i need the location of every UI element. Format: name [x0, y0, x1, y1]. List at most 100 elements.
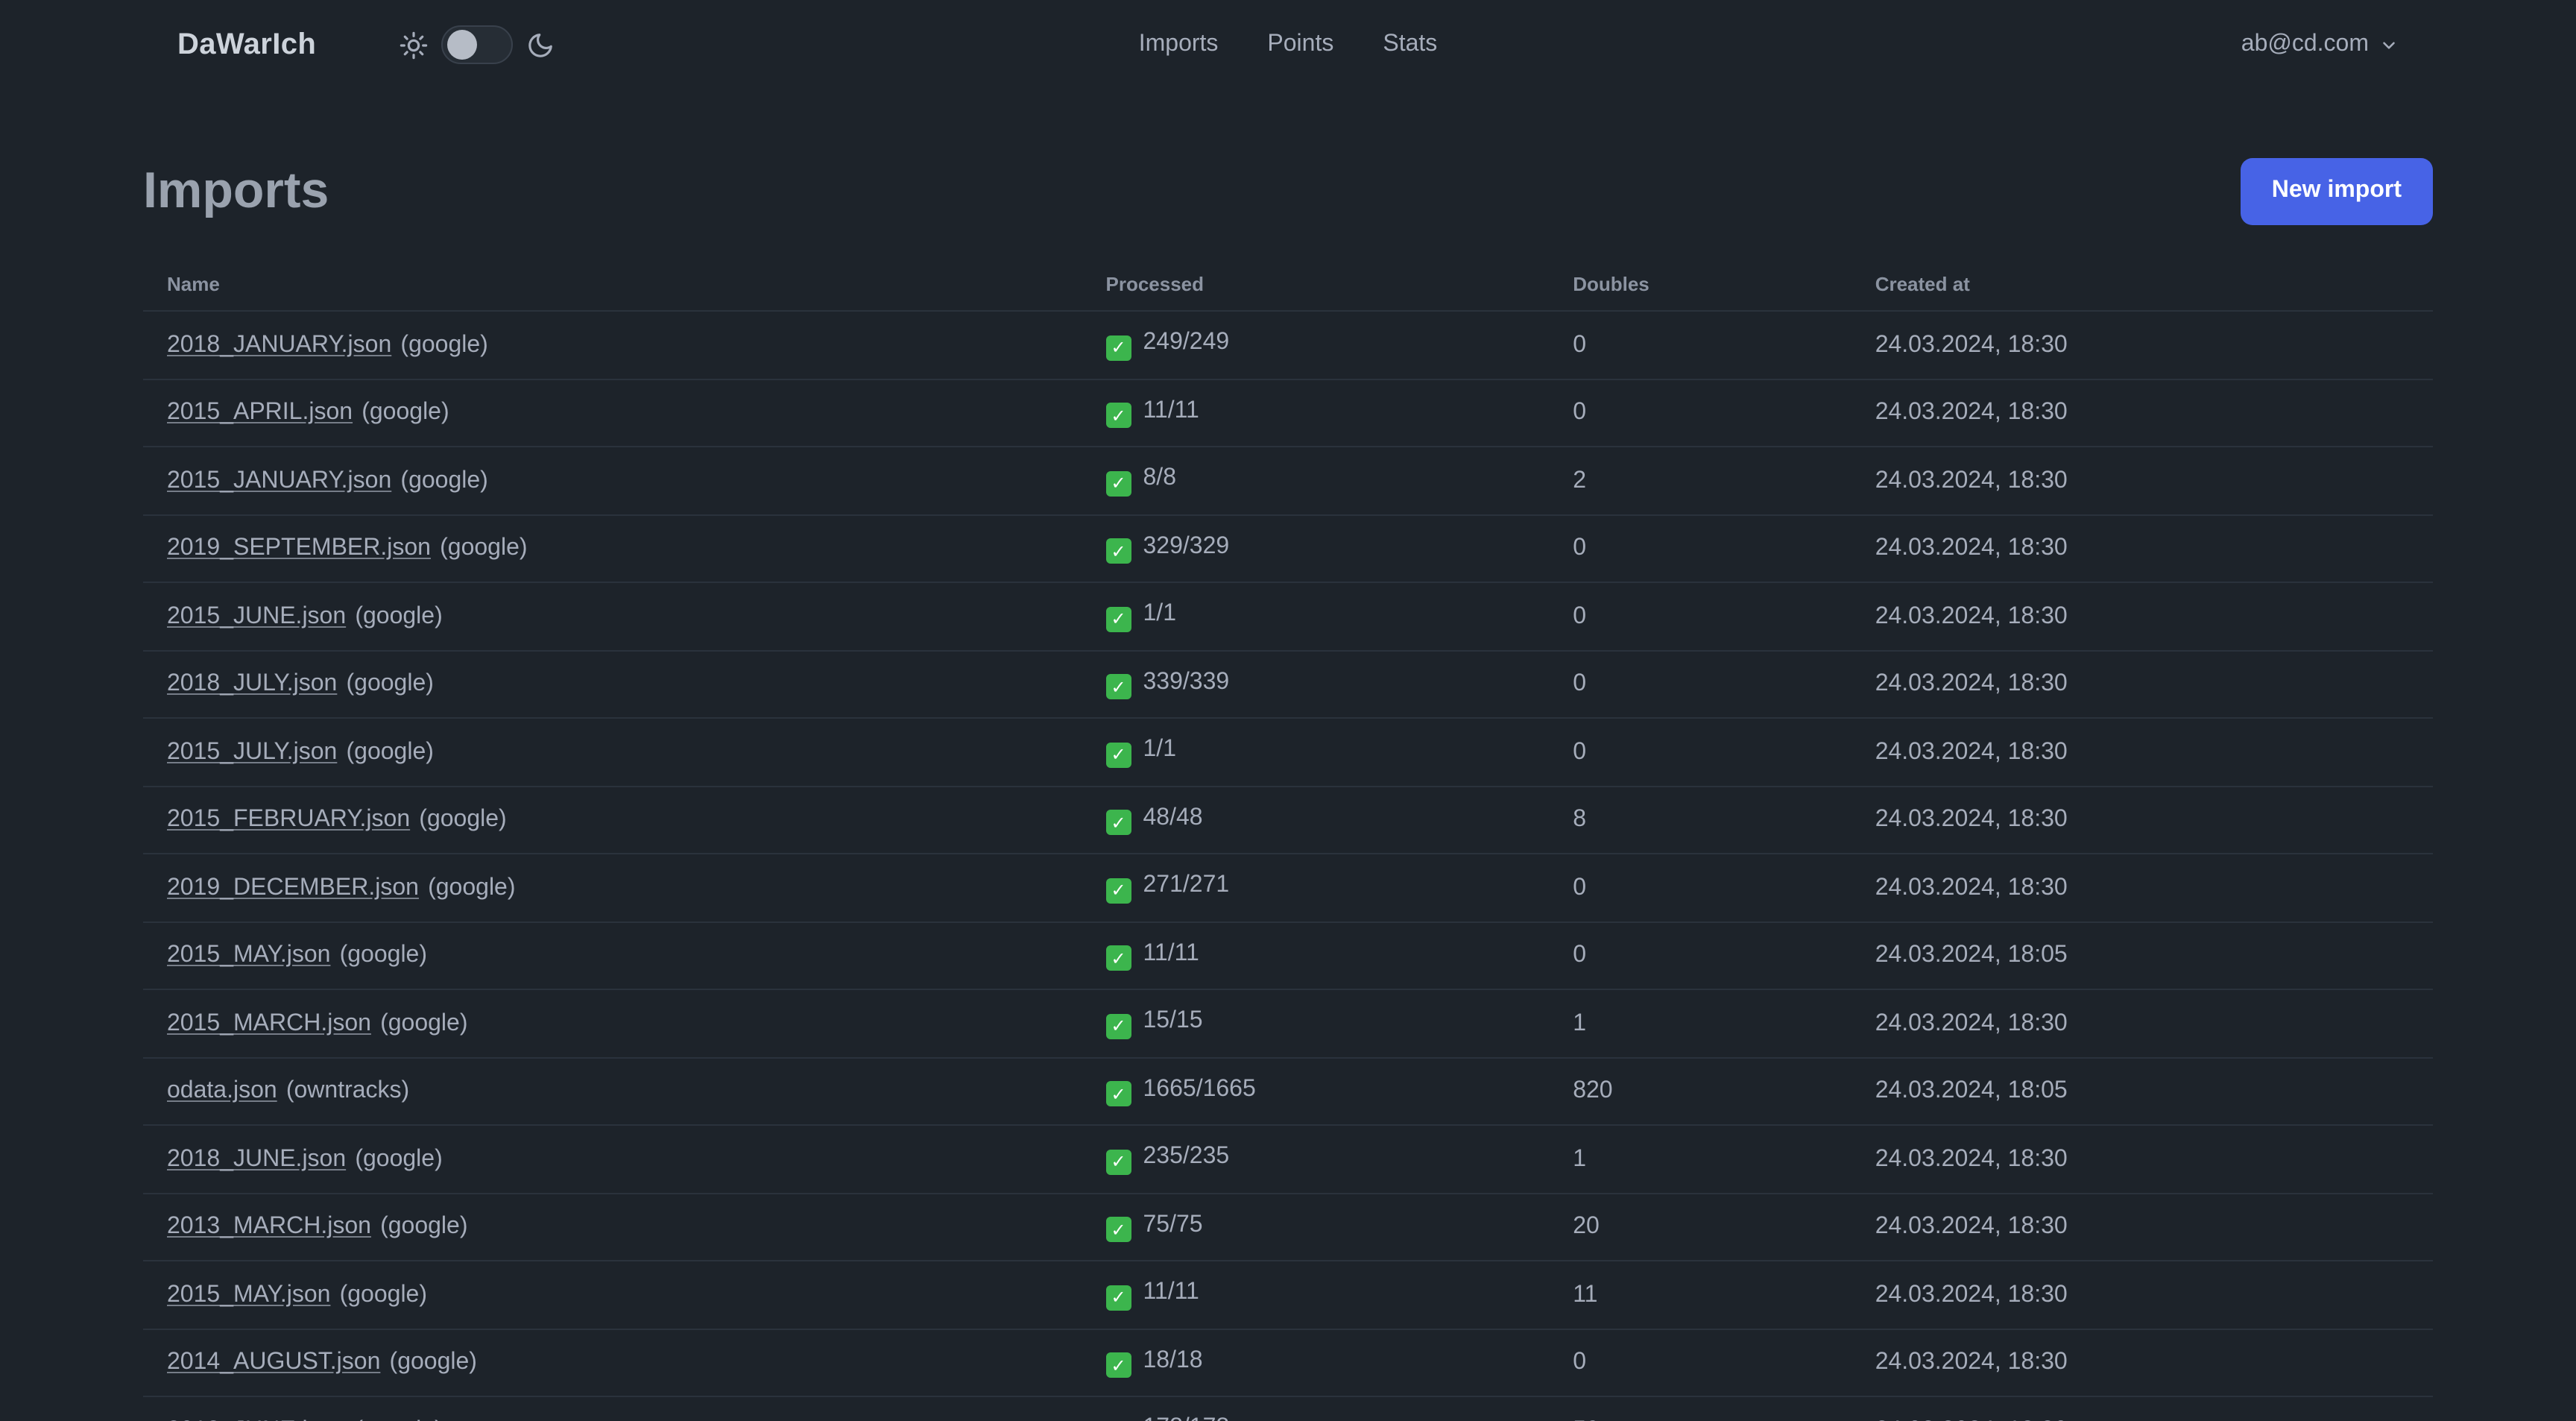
success-check-icon: ✓	[1105, 945, 1131, 971]
created-at-cell: 24.03.2024, 18:30	[1851, 379, 2433, 448]
doubles-cell: 8	[1549, 786, 1852, 855]
name-cell: 2018_JUNE.json (google)	[143, 1125, 1082, 1194]
new-import-button[interactable]: New import	[2240, 157, 2433, 225]
processed-cell: ✓ 271/271	[1082, 854, 1550, 923]
table-row: 2013_JUNE.json (google) ✓178/178 59 24.03…	[143, 1396, 2433, 1421]
processed-cell: ✓ 75/75	[1082, 1193, 1550, 1262]
name-cell: 2015_JANUARY.json (google)	[143, 447, 1082, 516]
theme-toggle-knob	[447, 30, 478, 60]
import-file-link[interactable]: 2014_AUGUST.json	[167, 1349, 380, 1375]
processed-cell: ✓ 11/11	[1082, 1261, 1550, 1330]
success-check-icon: ✓	[1105, 1081, 1131, 1107]
doubles-cell: 820	[1549, 1057, 1852, 1127]
doubles-cell: 59	[1549, 1396, 1852, 1421]
doubles-cell: 11	[1549, 1261, 1852, 1330]
chevron-down-icon	[2379, 35, 2399, 54]
table-row: 2015_MAY.json (google) ✓ 11/11 11 24.03.20…	[143, 1261, 2433, 1330]
import-file-link[interactable]: 2015_JULY.json	[167, 739, 337, 764]
processed-cell: ✓ 48/48	[1082, 786, 1550, 855]
column-header-created-at: Created at	[1851, 261, 2433, 312]
import-source: (google)	[346, 739, 434, 765]
nav-link-imports[interactable]: Imports	[1139, 31, 1219, 58]
import-file-link[interactable]: 2019_DECEMBER.json	[167, 875, 419, 900]
import-file-link[interactable]: 2015_MAY.json	[167, 942, 330, 968]
name-cell: 2014_AUGUST.json (google)	[143, 1329, 1082, 1398]
name-cell: 2015_FEBRUARY.json (google)	[143, 786, 1082, 855]
column-header-processed: Processed	[1082, 261, 1550, 312]
created-at-cell: 24.03.2024, 18:30	[1851, 718, 2433, 787]
brand-logo[interactable]: DaWarIch	[177, 28, 316, 62]
processed-cell: ✓ 1/1	[1082, 582, 1550, 652]
processed-cell: ✓ 11/11	[1082, 379, 1550, 448]
import-file-link[interactable]: 2013_MARCH.json	[167, 1214, 371, 1239]
processed-cell: ✓ 8/8	[1082, 447, 1550, 516]
name-cell: 2019_DECEMBER.json (google)	[143, 854, 1082, 923]
import-file-link[interactable]: 2018_JULY.json	[167, 671, 337, 696]
import-file-link[interactable]: 2015_FEBRUARY.json	[167, 807, 410, 832]
name-cell: 2013_JUNE.json (google)	[143, 1396, 1082, 1421]
import-file-link[interactable]: 2015_MAY.json	[167, 1282, 330, 1307]
table-row: 2015_APRIL.json (google) ✓ 11/11 0 24.03.2…	[143, 379, 2433, 448]
import-file-link[interactable]: 2015_JUNE.json	[167, 603, 346, 628]
import-source: (google)	[400, 467, 488, 494]
table-row: 2018_JULY.json (google) ✓ 339/339 0 24.03.…	[143, 650, 2433, 719]
import-source: (owntracks)	[285, 1078, 410, 1104]
import-source: (google)	[355, 1417, 442, 1421]
import-file-link[interactable]: 2015_MARCH.json	[167, 1010, 371, 1036]
import-file-link[interactable]: 2015_APRIL.json	[167, 400, 353, 425]
processed-count: 249/249	[1143, 330, 1230, 356]
theme-toggle[interactable]	[441, 25, 514, 64]
nav-link-points[interactable]: Points	[1267, 31, 1333, 58]
column-header-doubles: Doubles	[1549, 261, 1852, 312]
import-source: (google)	[380, 1010, 468, 1036]
moon-icon	[526, 31, 555, 59]
table-row: 2015_MARCH.json (google) ✓ 15/15 1 24.03.2…	[143, 989, 2433, 1059]
import-file-link[interactable]: 2015_JANUARY.json	[167, 467, 391, 493]
processed-count: 18/18	[1143, 1347, 1203, 1373]
created-at-cell: 24.03.2024, 18:30	[1851, 786, 2433, 855]
processed-cell: ✓ 1/1	[1082, 718, 1550, 787]
created-at-cell: 24.03.2024, 18:05	[1851, 1057, 2433, 1127]
import-source: (google)	[339, 942, 427, 968]
name-cell: 2015_MARCH.json (google)	[143, 989, 1082, 1059]
processed-count: 11/11	[1143, 1279, 1199, 1305]
nav-link-stats[interactable]: Stats	[1383, 31, 1437, 58]
doubles-cell: 1	[1549, 1125, 1852, 1194]
table-row: 2015_JUNE.json (google) ✓ 1/1 0 24.03.2024…	[143, 582, 2433, 652]
name-cell: 2015_APRIL.json (google)	[143, 379, 1082, 448]
doubles-cell: 0	[1549, 514, 1852, 584]
table-row: 2015_JANUARY.json (google) ✓ 8/8 2 24.03.2…	[143, 447, 2433, 516]
import-source: (google)	[362, 400, 449, 426]
success-check-icon: ✓	[1105, 810, 1131, 836]
table-header-row: Name Processed Doubles Created at	[143, 261, 2433, 312]
created-at-cell: 24.03.2024, 18:30	[1851, 1193, 2433, 1262]
import-file-link[interactable]: 2018_JANUARY.json	[167, 332, 391, 357]
doubles-cell: 0	[1549, 650, 1852, 719]
processed-count: 1665/1665	[1143, 1076, 1256, 1102]
processed-cell: ✓ 339/339	[1082, 650, 1550, 719]
name-cell: 2015_MAY.json (google)	[143, 921, 1082, 991]
processed-cell: ✓178/178	[1082, 1396, 1550, 1421]
processed-cell: ✓ 15/15	[1082, 989, 1550, 1059]
import-source: (google)	[440, 535, 528, 561]
import-file-link[interactable]: 2013_JUNE.json	[167, 1417, 346, 1421]
created-at-cell: 24.03.2024, 18:30	[1851, 582, 2433, 652]
success-check-icon: ✓	[1105, 470, 1131, 497]
imports-table-body: 2018_JANUARY.json (google) ✓ 249/249 0 24.…	[143, 311, 2433, 1421]
name-cell: odata.json (owntracks)	[143, 1057, 1082, 1127]
success-check-icon: ✓	[1105, 1013, 1131, 1039]
import-file-link[interactable]: odata.json	[167, 1078, 277, 1103]
import-source: (google)	[428, 875, 516, 901]
user-menu[interactable]: ab@cd.com	[2241, 31, 2399, 58]
doubles-cell: 0	[1549, 718, 1852, 787]
created-at-cell: 24.03.2024, 18:30	[1851, 447, 2433, 516]
import-source: (google)	[346, 671, 434, 697]
processed-count: 235/235	[1143, 1144, 1230, 1170]
app-window: DaWarIch Imports Points Stats ab@cd.com …	[0, 0, 2576, 1421]
import-source: (google)	[380, 1214, 468, 1240]
success-check-icon: ✓	[1105, 1149, 1131, 1175]
doubles-cell: 0	[1549, 1329, 1852, 1398]
import-file-link[interactable]: 2018_JUNE.json	[167, 1146, 346, 1171]
import-file-link[interactable]: 2019_SEPTEMBER.json	[167, 535, 431, 561]
processed-cell: ✓ 249/249	[1082, 311, 1550, 380]
